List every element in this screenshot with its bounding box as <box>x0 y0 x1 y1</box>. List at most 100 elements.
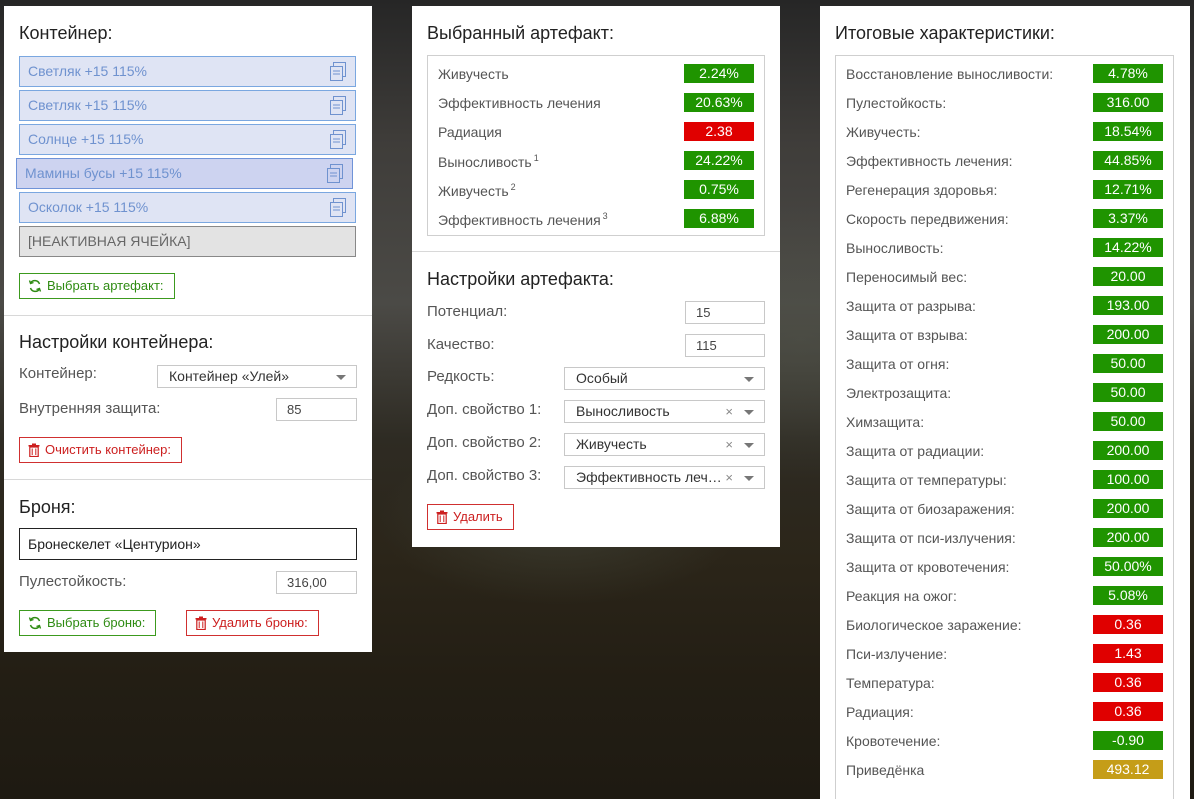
stat-label: Пулестойкость: <box>846 95 947 111</box>
stat-label: Выносливость: <box>846 240 944 256</box>
artifact-stat-row: Живучесть 2 0.75% <box>438 180 754 200</box>
totals-stat-row: Эффективность лечения: 44.85% <box>846 151 1163 171</box>
rarity-select[interactable]: Особый <box>564 367 765 390</box>
container-slot[interactable]: Осколок +15 115% <box>19 192 356 223</box>
totals-stat-row: Температура: 0.36 <box>846 673 1163 693</box>
container-label: Контейнер: <box>19 365 97 382</box>
stat-value: 200.00 <box>1093 528 1163 547</box>
stat-value: 50.00 <box>1093 383 1163 402</box>
armor-name-field[interactable]: Бронескелет «Центурион» <box>19 528 357 560</box>
container-slot-inactive: [НЕАКТИВНАЯ ЯЧЕЙКА] <box>19 226 356 257</box>
totals-stat-row: Переносимый вес: 20.00 <box>846 267 1163 287</box>
trash-icon <box>195 616 207 630</box>
totals-stat-row: Реакция на ожог: 5.08% <box>846 586 1163 606</box>
slot-label: Светляк +15 115% <box>28 97 147 113</box>
totals-stat-row: Кровотечение: -0.90 <box>846 731 1163 751</box>
potential-input[interactable]: 15 <box>685 301 765 324</box>
choose-artifact-button[interactable]: Выбрать артефакт: <box>19 273 175 299</box>
stat-label: Химзащита: <box>846 414 925 430</box>
stat-value: 0.36 <box>1093 615 1163 634</box>
stat-label: Реакция на ожог: <box>846 588 957 604</box>
selected-artifact-title: Выбранный артефакт: <box>427 23 614 43</box>
totals-stat-row: Пси-излучение: 1.43 <box>846 644 1163 664</box>
clear-icon[interactable]: × <box>725 434 733 455</box>
slot-label: Солнце +15 115% <box>28 131 144 147</box>
stat-label: Биологическое заражение: <box>846 617 1022 633</box>
extra-property-2-select[interactable]: Живучесть × <box>564 433 765 456</box>
stat-value: 6.88% <box>684 209 754 228</box>
inner-protection-label: Внутренняя защита: <box>19 400 161 417</box>
extra-property-3-label: Доп. свойство 3: <box>427 467 542 484</box>
rarity-label: Редкость: <box>427 368 495 385</box>
quality-label: Качество: <box>427 336 495 353</box>
choose-armor-button[interactable]: Выбрать броню: <box>19 610 157 636</box>
stat-label: Защита от огня: <box>846 356 950 372</box>
stat-label: Живучесть: <box>846 124 921 140</box>
totals-stat-row: Скорость передвижения: 3.37% <box>846 209 1163 229</box>
refresh-icon <box>28 279 42 293</box>
container-panel: Контейнер: Светляк +15 115% Светляк +15 … <box>4 6 372 652</box>
copy-icon[interactable] <box>329 198 347 218</box>
totals-stat-row: Регенерация здоровья: 12.71% <box>846 180 1163 200</box>
stat-value: 200.00 <box>1093 325 1163 344</box>
copy-icon[interactable] <box>329 62 347 82</box>
delete-artifact-button[interactable]: Удалить <box>427 504 514 530</box>
stat-label: Скорость передвижения: <box>846 211 1009 227</box>
totals-stat-row: Восстановление выносливости: 4.78% <box>846 64 1163 84</box>
slot-label: Светляк +15 115% <box>28 63 147 79</box>
stat-label: Радиация: <box>846 704 914 720</box>
totals-stat-row: Защита от разрыва: 193.00 <box>846 296 1163 316</box>
potential-label: Потенциал: <box>427 303 508 320</box>
stat-value: 193.00 <box>1093 296 1163 315</box>
stat-value: 2.38 <box>684 122 754 141</box>
stat-label: Приведёнка <box>846 762 925 778</box>
chevron-down-icon <box>744 476 754 481</box>
stat-label: Пси-излучение: <box>846 646 948 662</box>
stat-label: Электрозащита: <box>846 385 952 401</box>
extra-property-1-label: Доп. свойство 1: <box>427 401 542 418</box>
container-slot-selected[interactable]: Мамины бусы +15 115% <box>16 158 353 189</box>
stat-value: 100.00 <box>1093 470 1163 489</box>
extra-property-3-select[interactable]: Эффективность лечения × <box>564 466 765 489</box>
stat-value: 24.22% <box>684 151 754 170</box>
chevron-down-icon <box>744 377 754 382</box>
container-slot[interactable]: Светляк +15 115% <box>19 90 356 121</box>
totals-stat-row: Защита от взрыва: 200.00 <box>846 325 1163 345</box>
stat-value: 0.75% <box>684 180 754 199</box>
stat-label: Эффективность лечения: <box>846 153 1013 169</box>
stat-label: Защита от температуры: <box>846 472 1007 488</box>
stat-label: Переносимый вес: <box>846 269 968 285</box>
stat-label: Кровотечение: <box>846 733 941 749</box>
clear-icon[interactable]: × <box>725 467 733 488</box>
stat-value: 316.00 <box>1093 93 1163 112</box>
totals-stat-row: Защита от кровотечения: 50.00% <box>846 557 1163 577</box>
quality-input[interactable]: 115 <box>685 334 765 357</box>
stat-value: 5.08% <box>1093 586 1163 605</box>
stat-label: Регенерация здоровья: <box>846 182 998 198</box>
chevron-down-icon <box>336 375 346 380</box>
container-select[interactable]: Контейнер «Улей» <box>157 365 357 388</box>
bullet-resistance-input[interactable]: 316,00 <box>276 571 357 594</box>
stat-value: 4.78% <box>1093 64 1163 83</box>
stat-label: Восстановление выносливости: <box>846 66 1054 82</box>
stat-value: 12.71% <box>1093 180 1163 199</box>
stat-value: -0.90 <box>1093 731 1163 750</box>
totals-stat-row: Выносливость: 14.22% <box>846 238 1163 258</box>
stat-value: 20.00 <box>1093 267 1163 286</box>
clear-container-button[interactable]: Очистить контейнер: <box>19 437 182 463</box>
container-slot[interactable]: Солнце +15 115% <box>19 124 356 155</box>
container-settings-title: Настройки контейнера: <box>19 332 214 352</box>
copy-icon[interactable] <box>329 96 347 116</box>
artifact-stat-row: Эффективность лечения 3 6.88% <box>438 209 754 229</box>
totals-stat-row: Химзащита: 50.00 <box>846 412 1163 432</box>
delete-armor-button[interactable]: Удалить броню: <box>186 610 319 636</box>
totals-stat-row: Защита от биозаражения: 200.00 <box>846 499 1163 519</box>
extra-property-1-select[interactable]: Выносливость × <box>564 400 765 423</box>
clear-icon[interactable]: × <box>725 401 733 422</box>
container-slot[interactable]: Светляк +15 115% <box>19 56 356 87</box>
inner-protection-input[interactable]: 85 <box>276 398 357 421</box>
stat-value: 14.22% <box>1093 238 1163 257</box>
copy-icon[interactable] <box>326 164 344 184</box>
stat-value: 200.00 <box>1093 499 1163 518</box>
copy-icon[interactable] <box>329 130 347 150</box>
